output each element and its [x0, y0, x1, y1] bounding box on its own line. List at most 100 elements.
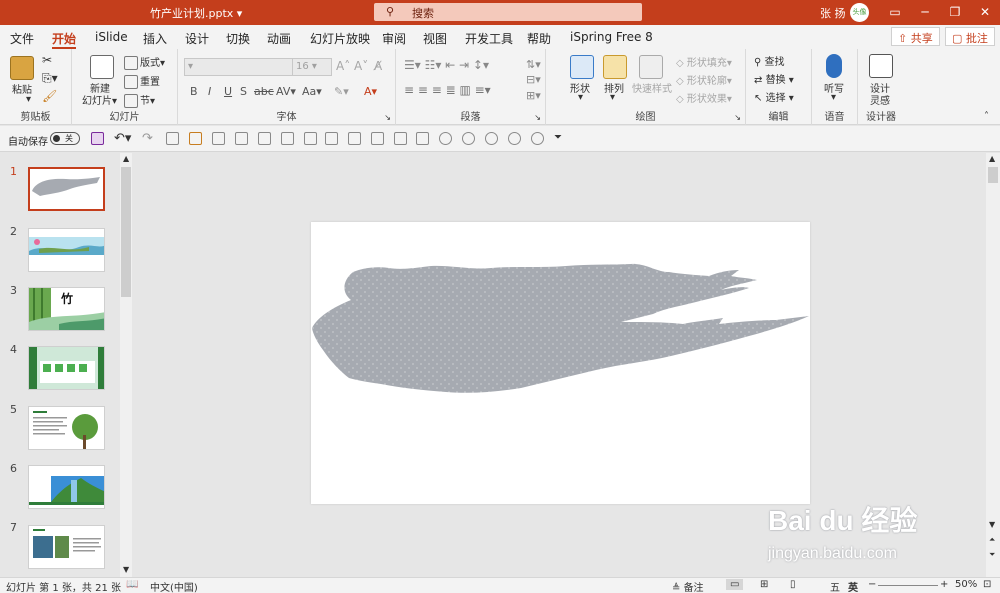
bold-button[interactable]: B [190, 85, 198, 98]
qat-select-icon[interactable] [189, 132, 202, 145]
slide-thumbnail-1[interactable] [28, 167, 105, 211]
highlight-color-icon[interactable]: ✎▾ [334, 85, 349, 98]
tab-design[interactable]: 设计 [185, 30, 209, 47]
thumbnails-scroll-thumb[interactable] [121, 167, 131, 297]
copy-icon[interactable]: ⎘▾ [42, 71, 58, 86]
quick-styles-icon[interactable] [639, 55, 663, 79]
drawing-dialog-launcher-icon[interactable]: ↘ [734, 113, 741, 122]
avatar[interactable]: 头像 [850, 3, 869, 22]
italic-button[interactable]: I [208, 85, 211, 98]
redo-icon[interactable]: ↷ [142, 131, 153, 146]
font-dialog-launcher-icon[interactable]: ↘ [384, 113, 391, 122]
shadow-button[interactable]: S [240, 85, 247, 98]
next-slide-icon[interactable]: ⏷ [989, 550, 995, 560]
slide-thumbnail-3[interactable]: 竹 [28, 287, 105, 331]
spellcheck-icon[interactable]: 📖 [126, 579, 138, 590]
font-color-icon[interactable]: A▾ [364, 85, 377, 98]
select-button[interactable]: ↖ 选择 ▾ [754, 89, 794, 104]
tab-islide[interactable]: iSlide [95, 30, 128, 44]
bullets-icon[interactable]: ☰▾ ☷▾ ⇤ ⇥ ↕▾ [404, 58, 489, 72]
close-icon[interactable]: ✕ [970, 2, 1000, 22]
zoom-slider[interactable] [878, 585, 938, 586]
paragraph-dialog-launcher-icon[interactable]: ↘ [534, 113, 541, 122]
slide-sorter-icon[interactable]: ⊞ [760, 579, 768, 590]
shape-outline-button[interactable]: ◇ 形状轮廓▾ [676, 72, 732, 87]
qat-subtract-icon[interactable] [531, 132, 544, 145]
qat-align-middle-icon[interactable] [348, 132, 361, 145]
editor-scroll-down-icon[interactable]: ▼ [989, 520, 995, 529]
qat-combine-icon[interactable] [462, 132, 475, 145]
new-slide-button[interactable]: 幻灯片▾ [82, 92, 117, 107]
shape-fill-button[interactable]: ◇ 形状填充▾ [676, 54, 732, 69]
strikethrough-button[interactable]: abc [254, 85, 274, 98]
tab-help[interactable]: 帮助 [527, 30, 551, 47]
paste-icon[interactable] [10, 56, 34, 80]
slide-thumbnail-2[interactable] [28, 228, 105, 272]
language-status[interactable]: 中文(中国) [150, 579, 198, 593]
scroll-down-icon[interactable]: ▼ [123, 565, 129, 574]
qat-align-1-icon[interactable] [166, 132, 179, 145]
minimize-icon[interactable]: ─ [910, 2, 940, 22]
ime-language[interactable]: 英 [848, 579, 858, 593]
save-icon[interactable] [91, 132, 104, 145]
shapes-dropdown-icon[interactable]: ▾ [578, 92, 583, 103]
share-button[interactable]: ⇧ 共享 [891, 27, 940, 46]
find-button[interactable]: ⚲ 查找 [754, 53, 785, 68]
design-ideas-icon[interactable] [869, 54, 893, 78]
autosave-toggle[interactable]: 关 [50, 132, 80, 145]
shape-effects-button[interactable]: ◇ 形状效果▾ [676, 90, 732, 105]
change-case-button[interactable]: Aa▾ [302, 85, 322, 98]
qat-union-icon[interactable] [439, 132, 452, 145]
qat-align-2-icon[interactable] [212, 132, 225, 145]
underline-button[interactable]: U [224, 85, 232, 98]
quick-styles-button[interactable]: 快速样式 [632, 80, 672, 95]
tab-slideshow[interactable]: 幻灯片放映 [310, 30, 370, 47]
slide-thumbnail-6[interactable] [28, 465, 105, 509]
reset-button[interactable]: 重置 [124, 73, 160, 89]
collapse-ribbon-icon[interactable]: ˄ [984, 111, 989, 122]
zoom-out-icon[interactable]: − [868, 579, 876, 590]
qat-distribute-v-icon[interactable] [416, 132, 429, 145]
tab-insert[interactable]: 插入 [143, 30, 167, 47]
replace-button[interactable]: ⇄ 替换 ▾ [754, 71, 794, 86]
paste-dropdown-icon[interactable]: ▾ [26, 94, 31, 105]
restore-icon[interactable]: ❐ [940, 2, 970, 22]
search-box[interactable]: ⚲ 搜索 [374, 3, 642, 21]
clear-format-icon[interactable]: A̸ [374, 59, 382, 73]
format-painter-icon[interactable]: 🖌 [42, 89, 57, 103]
editor-scrollbar[interactable] [986, 153, 1000, 577]
current-slide[interactable] [311, 222, 810, 504]
document-title[interactable]: 竹产业计划.pptx ▾ [150, 5, 242, 21]
qat-distribute-h-icon[interactable] [394, 132, 407, 145]
qat-align-bottom-icon[interactable] [371, 132, 384, 145]
qat-fragment-icon[interactable] [485, 132, 498, 145]
comments-button[interactable]: ▢ 批注 [945, 27, 995, 46]
shapes-icon[interactable] [570, 55, 594, 79]
undo-icon[interactable]: ↶▾ [114, 131, 131, 146]
notes-button[interactable]: ≜ 备注 [672, 579, 704, 593]
dictate-dropdown-icon[interactable]: ▾ [831, 92, 836, 103]
cut-icon[interactable]: ✂ [42, 53, 52, 67]
brush-stroke-shape[interactable] [311, 222, 810, 504]
tab-animations[interactable]: 动画 [267, 30, 291, 47]
char-spacing-button[interactable]: AV▾ [276, 85, 296, 98]
slide-thumbnail-7[interactable] [28, 525, 105, 569]
qat-align-3-icon[interactable] [235, 132, 248, 145]
qat-align-right-icon[interactable] [304, 132, 317, 145]
smartart-icon[interactable]: ⊞▾ [526, 89, 541, 102]
slide-thumbnail-5[interactable] [28, 406, 105, 450]
tab-ispring[interactable]: iSpring Free 8 [570, 30, 653, 44]
font-name-field[interactable]: ▾ [184, 58, 294, 76]
ime-mode-icon[interactable]: 五 [830, 579, 840, 593]
slide-thumbnail-4[interactable] [28, 346, 105, 390]
editor-scroll-up-icon[interactable]: ▲ [989, 154, 995, 163]
align-text-icon[interactable]: ⊟▾ [526, 73, 541, 86]
qat-align-center-icon[interactable] [281, 132, 294, 145]
layout-button[interactable]: 版式▾ [124, 54, 165, 70]
zoom-in-icon[interactable]: + [940, 579, 948, 590]
new-slide-icon[interactable] [90, 55, 114, 79]
arrange-dropdown-icon[interactable]: ▾ [610, 92, 615, 103]
customize-qat-icon[interactable]: ⏷ [554, 132, 562, 143]
tab-file[interactable]: 文件 [10, 30, 34, 47]
previous-slide-icon[interactable]: ⏶ [989, 535, 995, 545]
